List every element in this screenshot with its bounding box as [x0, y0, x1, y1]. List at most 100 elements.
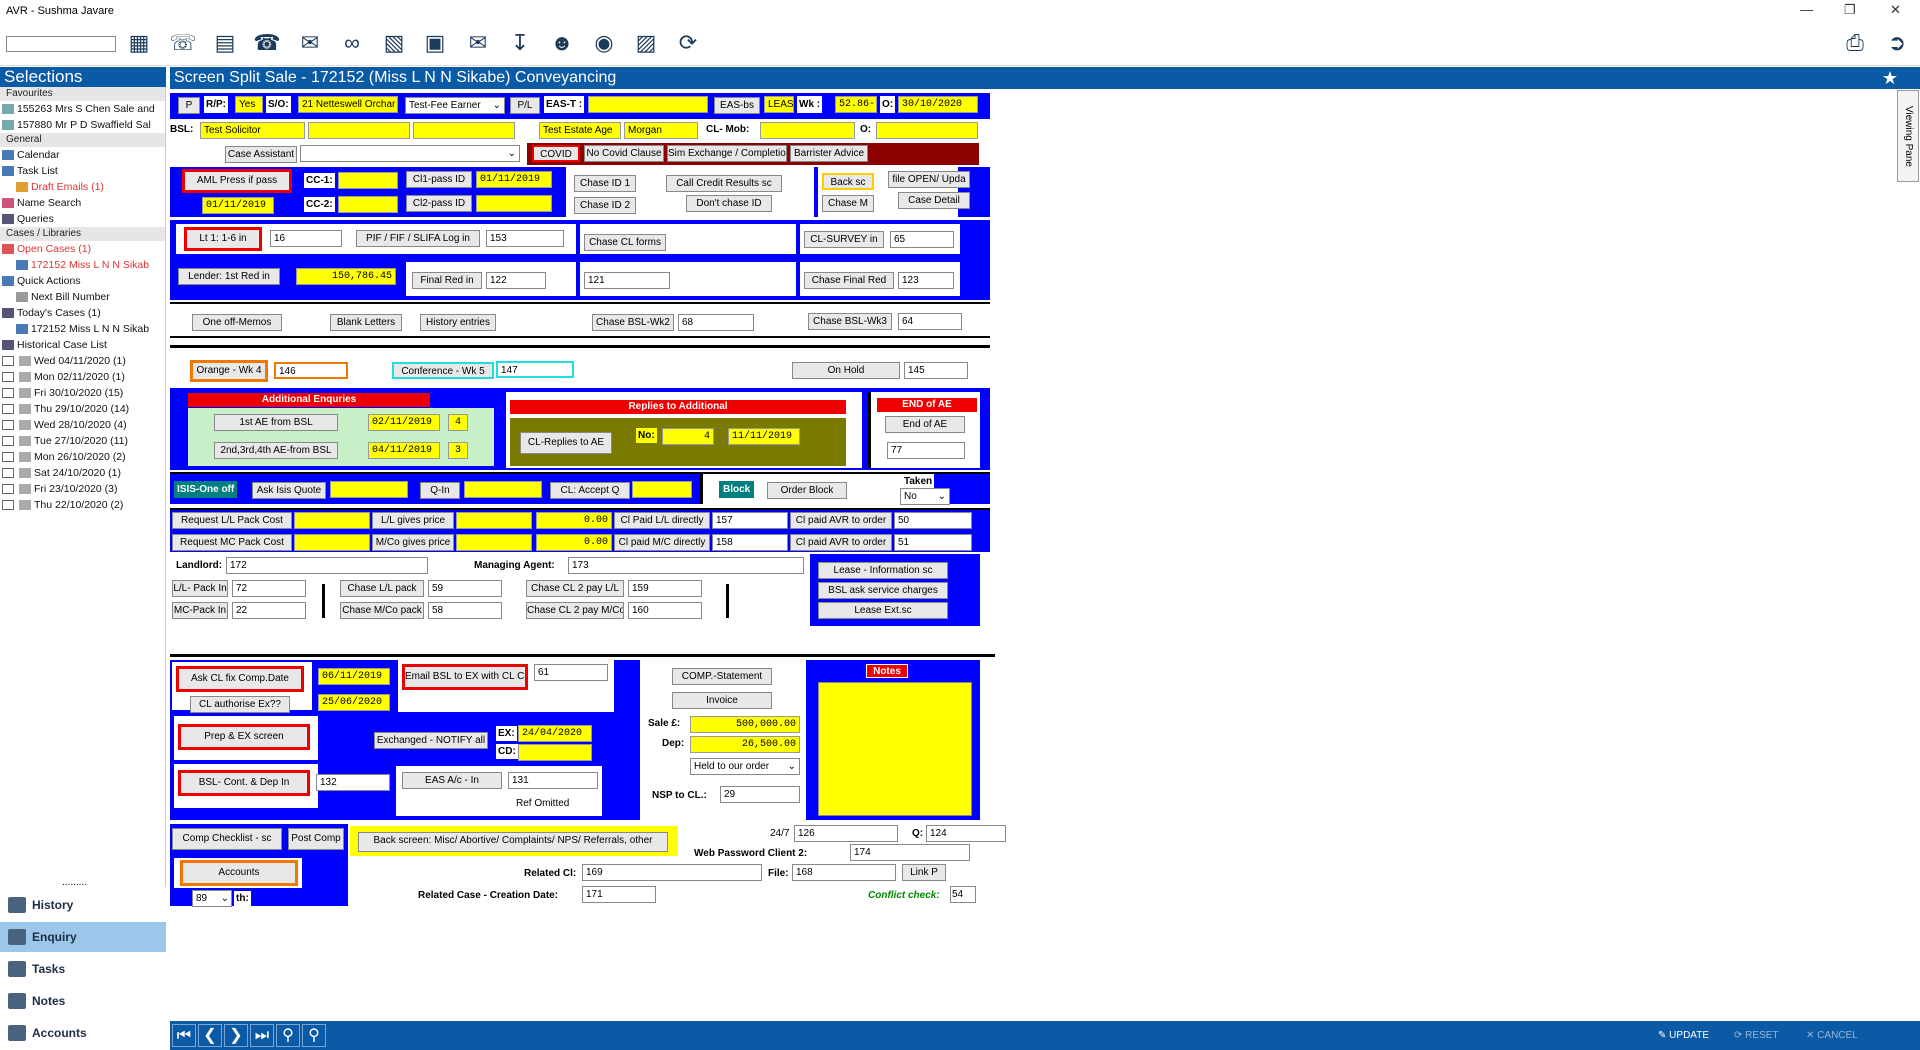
pif-field[interactable]: 153: [486, 230, 564, 247]
cl-avr-2-field[interactable]: 51: [894, 534, 972, 551]
reset-button[interactable]: ⟳ RESET: [1734, 1025, 1779, 1047]
history-date-item[interactable]: Thu 29/10/2020 (14): [0, 401, 165, 417]
expand-icon[interactable]: [2, 388, 14, 399]
logout-icon[interactable]: ➲: [1882, 28, 1912, 58]
download-icon[interactable]: ↧: [505, 28, 535, 58]
wk-field[interactable]: 52.86-: [835, 96, 877, 113]
first-ae-button[interactable]: 1st AE from BSL: [214, 414, 338, 431]
on-hold-field[interactable]: 145: [904, 362, 968, 379]
nav-enquiry[interactable]: Enquiry: [0, 922, 166, 952]
rp-field[interactable]: Yes: [235, 96, 263, 113]
so-field[interactable]: 21 Netteswell Orchar: [298, 96, 398, 113]
calendar-item[interactable]: Calendar: [0, 147, 165, 163]
chase-bsl-wk3-button[interactable]: Chase BSL-Wk3: [808, 313, 892, 330]
eas-t-field[interactable]: [588, 96, 708, 113]
cl-paid-mc-button[interactable]: Cl paid M/C directly: [614, 534, 710, 551]
nsp-field[interactable]: 29: [720, 786, 800, 803]
end-ae-field[interactable]: 77: [887, 442, 965, 459]
chase-final-red-button[interactable]: Chase Final Red: [804, 272, 894, 289]
last-record-icon[interactable]: ⏭: [250, 1024, 274, 1047]
chase-cl-forms-button[interactable]: Chase CL forms: [584, 234, 666, 251]
bsl-wk3-field[interactable]: 64: [898, 313, 962, 330]
lt1-button[interactable]: Lt 1: 1-6 in: [184, 227, 262, 251]
one-off-memos-button[interactable]: One off-Memos: [192, 314, 282, 331]
history-date-item[interactable]: Fri 30/10/2020 (15): [0, 385, 165, 401]
cl1-pass-button[interactable]: Cl1-pass ID: [406, 171, 472, 188]
case-assistant-button[interactable]: Case Assistant: [225, 146, 297, 163]
accounts-select[interactable]: 89 ⌄: [192, 890, 232, 907]
lender-button[interactable]: Lender: 1st Red in: [178, 268, 280, 285]
phone-in-icon[interactable]: ☏: [168, 28, 198, 58]
cl-survey-field[interactable]: 65: [890, 231, 954, 248]
history-entries-button[interactable]: History entries: [420, 314, 496, 331]
refresh-icon[interactable]: ⟳: [673, 28, 703, 58]
on-hold-button[interactable]: On Hold: [792, 362, 900, 379]
estate-agent-name-field[interactable]: Morgan: [624, 122, 698, 139]
expand-icon[interactable]: [2, 468, 14, 479]
file-open-button[interactable]: file OPEN/ Upda: [888, 171, 970, 188]
mc-pack-button[interactable]: MC-Pack In: [172, 602, 228, 619]
replies-date[interactable]: 11/11/2019: [728, 428, 800, 445]
history-date-item[interactable]: Sat 24/10/2020 (1): [0, 465, 165, 481]
close-icon[interactable]: ✕: [1890, 2, 1901, 18]
sidebar-splitter[interactable]: .........: [62, 877, 87, 888]
phone-out-icon[interactable]: ☎: [252, 28, 282, 58]
cl-authorise-date[interactable]: 25/06/2020: [318, 694, 390, 711]
favourite-item[interactable]: 157880 Mr P D Swaffield Sal: [0, 117, 165, 133]
request-mc-button[interactable]: Request MC Pack Cost: [172, 534, 292, 551]
cd-date[interactable]: [518, 744, 592, 761]
printer-icon[interactable]: ⎙: [1840, 28, 1870, 58]
mc-gives-field[interactable]: [456, 534, 532, 551]
chase-ll-pack-button[interactable]: Chase L/L pack: [340, 580, 424, 597]
bsl-field-2[interactable]: [308, 122, 410, 139]
expand-icon[interactable]: [2, 420, 14, 431]
historical-case-list-item[interactable]: Historical Case List: [0, 337, 165, 353]
queries-item[interactable]: Queries: [0, 211, 165, 227]
estate-agent-field[interactable]: Test Estate Age: [539, 122, 621, 139]
ll-gives-button[interactable]: L/L gives price: [372, 512, 454, 529]
conflict-check-field[interactable]: 54: [950, 886, 976, 903]
favourite-item[interactable]: 155263 Mrs S Chen Sale and: [0, 101, 165, 117]
calendar-icon[interactable]: ▣: [420, 28, 450, 58]
chase-id2-button[interactable]: Chase ID 2: [574, 197, 636, 214]
history-date-item[interactable]: Tue 27/10/2020 (11): [0, 433, 165, 449]
exchanged-button[interactable]: Exchanged - NOTIFY all: [374, 732, 488, 749]
chase-mc-pack-button[interactable]: Chase M/Co pack: [340, 602, 424, 619]
nav-tasks[interactable]: Tasks: [0, 954, 166, 984]
notes-icon[interactable]: ▤: [210, 28, 240, 58]
ex-date[interactable]: 24/04/2020: [518, 725, 592, 742]
eas-bs-button[interactable]: EAS-bs: [714, 97, 760, 114]
expand-icon[interactable]: [2, 484, 14, 495]
call-credit-button[interactable]: Call Credit Results sc: [666, 175, 782, 192]
calculator-icon[interactable]: ▧: [379, 28, 409, 58]
cl-survey-button[interactable]: CL-SURVEY in: [804, 231, 884, 248]
ll-pack-button[interactable]: L/L- Pack In: [172, 580, 228, 597]
dep-field[interactable]: 26,500.00: [690, 736, 800, 753]
bsl-wk2-field[interactable]: 68: [678, 314, 754, 331]
request-ll-button[interactable]: Request L/L Pack Cost: [172, 512, 292, 529]
ask-isis-button[interactable]: Ask Isis Quote: [252, 482, 326, 499]
o2-field[interactable]: [876, 122, 978, 139]
sale-field[interactable]: 500,000.00: [690, 716, 800, 733]
final-red-field[interactable]: 122: [486, 272, 546, 289]
name-search-item[interactable]: Name Search: [0, 195, 165, 211]
email-bsl-field[interactable]: 61: [534, 664, 608, 681]
next-record-icon[interactable]: ❯: [224, 1024, 248, 1047]
cl-paid-ll-button[interactable]: Cl Paid L/L directly: [614, 512, 710, 529]
task-list-item[interactable]: Task List: [0, 163, 165, 179]
barrister-button[interactable]: Barrister Advice: [790, 145, 868, 162]
cc2-field[interactable]: [338, 196, 398, 213]
cl-accept-field[interactable]: [632, 481, 692, 498]
comp-checklist-button[interactable]: Comp Checklist - sc: [172, 828, 282, 850]
accounts-button[interactable]: Accounts: [180, 860, 298, 886]
nav-accounts[interactable]: Accounts: [0, 1018, 166, 1048]
aml-date[interactable]: 01/11/2019: [202, 197, 274, 214]
h247-field[interactable]: 126: [794, 825, 898, 842]
expand-icon[interactable]: [2, 500, 14, 511]
cl-avr-1-button[interactable]: Cl paid AVR to order: [790, 512, 892, 529]
post-comp-button[interactable]: Post Comp: [288, 828, 344, 850]
ll-pack-field[interactable]: 72: [232, 580, 306, 597]
held-select[interactable]: Held to our order ⌄: [690, 758, 800, 775]
letter-edit-icon[interactable]: ✉: [295, 28, 325, 58]
dont-chase-button[interactable]: Don't chase ID: [686, 195, 772, 212]
